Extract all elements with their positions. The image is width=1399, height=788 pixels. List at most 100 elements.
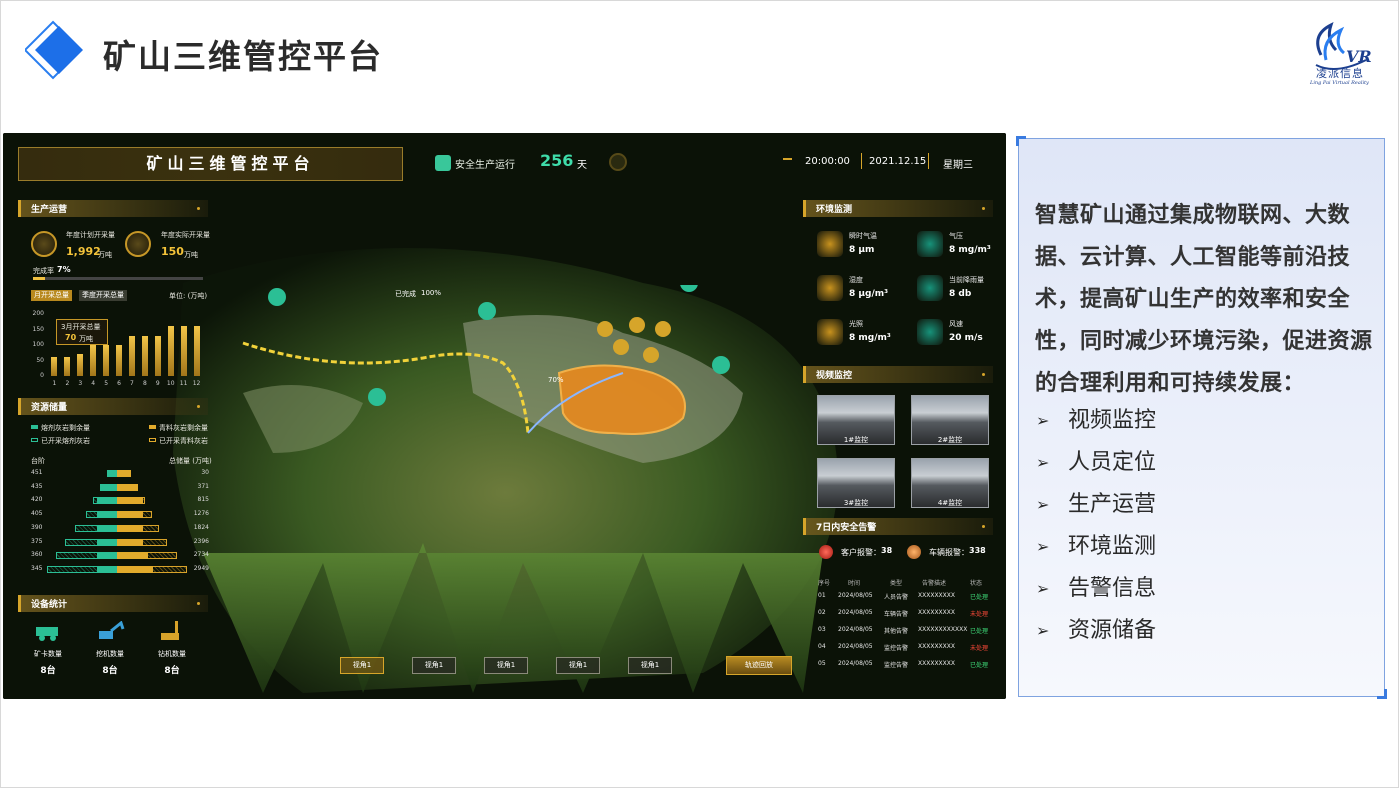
map-markers <box>268 285 730 406</box>
safety-unit: 天 <box>577 160 587 171</box>
chart-bar[interactable] <box>167 326 174 376</box>
pressure-icon <box>917 231 943 257</box>
env-label: 湿度 <box>849 276 863 284</box>
legend-swatch <box>31 438 38 442</box>
track-replay-button[interactable]: 轨迹回放 <box>726 656 792 675</box>
arrow-icon: ➢ <box>1036 579 1050 598</box>
total-value: 815 <box>197 496 209 504</box>
chart-bar[interactable] <box>193 326 200 376</box>
chart-bar[interactable] <box>116 345 123 376</box>
monthly-bar-chart: 0 50 100 150 200 1 2 3 4 5 6 7 8 9 10 11 12 <box>18 308 208 390</box>
view-button[interactable]: 视角1 <box>484 657 528 674</box>
safety-label: 安全生产运行 <box>455 160 515 171</box>
chart-bar[interactable] <box>90 345 97 376</box>
resources-header: 资源储量 <box>18 398 208 415</box>
legend-swatch <box>149 438 156 442</box>
env-value: 8 mg/m³ <box>849 333 891 343</box>
chart-bar[interactable] <box>128 335 135 376</box>
legend-item: 青料灰岩剩余量 <box>159 424 208 432</box>
chart-bar[interactable] <box>51 357 58 376</box>
x-tick-label: 3 <box>78 380 83 387</box>
table-cell: 04 <box>818 643 826 650</box>
completion-value: 7% <box>57 265 71 274</box>
table-cell: XXXXXXXXX <box>918 609 955 616</box>
total-value: 2949 <box>193 564 209 572</box>
plan-value: 1,992 <box>66 245 101 258</box>
total-value: 30 <box>201 469 209 476</box>
column-header: 时间 <box>848 580 861 587</box>
box-corner <box>1377 689 1387 699</box>
sun-icon <box>817 319 843 345</box>
table-row[interactable]: 04 2024/08/05 监控告警 XXXXXXXXX 未处理 <box>810 639 994 654</box>
view-button[interactable]: 视角1 <box>340 657 384 674</box>
logo-text: 凌派信息 <box>1316 67 1364 80</box>
customer-alarm-value: 38 <box>881 546 893 555</box>
logo-subtitle: Ling Pai Virtual Reality <box>1310 80 1369 86</box>
chart-bar[interactable] <box>103 345 110 376</box>
view-button[interactable]: 视角1 <box>556 657 600 674</box>
resource-bar-chart <box>3 133 4 134</box>
table-cell: 监控告警 <box>884 645 909 652</box>
remaining-cyan-bar <box>117 511 143 519</box>
chart-bar[interactable] <box>64 357 71 376</box>
shield-icon <box>435 155 451 171</box>
clock-date: 2021.12.15 <box>869 156 927 167</box>
feature-list: ➢ 视频监控 ➢ 人员定位 ➢ 生产运营 ➢ 环境监测 ➢ 告警信息 ➢ 资源储备 <box>1036 400 1156 652</box>
step-label: 360 <box>31 551 43 559</box>
table-cell: 2024/08/05 <box>838 626 873 633</box>
pickaxe-icon <box>125 231 151 257</box>
remaining-cyan-bar <box>117 470 131 477</box>
dashboard-title: 矿山三维管控平台 <box>146 154 315 173</box>
table-cell: 2024/08/05 <box>838 643 873 650</box>
thermometer-icon <box>817 231 843 257</box>
table-cell: 监控告警 <box>884 662 909 669</box>
device-label: 挖机数量 <box>96 650 124 658</box>
table-row[interactable]: 03 2024/08/05 其他告警 XXXXXXXXXXXX 已处理 <box>810 622 994 637</box>
table-cell: 2024/08/05 <box>838 660 873 667</box>
table-row[interactable]: 05 2024/08/05 监控告警 XXXXXXXXX 已处理 <box>810 656 994 671</box>
remaining-cyan-bar <box>117 524 143 532</box>
title-diamond-icon <box>25 20 83 80</box>
arrow-icon: ➢ <box>1036 495 1050 514</box>
legend-item: 已开采熔剂灰岩 <box>41 437 90 445</box>
view-button[interactable]: 视角1 <box>628 657 672 674</box>
step-label: 420 <box>31 496 43 504</box>
x-tick-label: 1 <box>52 380 57 387</box>
table-cell: XXXXXXXXX <box>918 592 955 599</box>
box-corner <box>1016 136 1026 146</box>
chart-bar[interactable] <box>180 326 187 376</box>
alarm-vehicle-icon <box>907 545 921 559</box>
humidity-icon <box>817 275 843 301</box>
safety-days: 256 <box>540 151 574 170</box>
arrow-icon: ➢ <box>1036 537 1050 556</box>
chart-bar[interactable] <box>154 335 161 376</box>
table-row[interactable]: 01 2024/08/05 人员告警 XXXXXXXXX 已处理 <box>810 588 994 603</box>
column-step-label: 台阶 <box>31 457 45 465</box>
environment-header: 环境监测 <box>803 200 993 217</box>
actual-value: 150 <box>161 245 184 258</box>
status-ring-icon <box>609 153 627 171</box>
status-badge: 已处理 <box>970 628 989 635</box>
y-tick-label: 150 <box>32 325 44 333</box>
rain-icon <box>917 275 943 301</box>
remaining-flux-bar <box>97 511 117 519</box>
chart-bar[interactable] <box>77 354 84 376</box>
step-label: 375 <box>31 537 43 545</box>
actual-label: 年度实际开采量 <box>161 231 210 239</box>
table-cell: 2024/08/05 <box>838 592 873 599</box>
view-button[interactable]: 视角1 <box>412 657 456 674</box>
step-label: 345 <box>31 564 43 572</box>
table-cell: 05 <box>818 660 826 667</box>
completion-track <box>33 277 203 280</box>
tab-month[interactable]: 月开采总量 <box>31 290 72 301</box>
legend-item: 已开采青料灰岩 <box>159 437 208 445</box>
chart-bar[interactable] <box>141 335 148 376</box>
table-cell: 其他告警 <box>884 628 909 635</box>
table-cell: 02 <box>818 609 826 616</box>
tab-quarter[interactable]: 季度开采总量 <box>79 290 127 301</box>
camera-label: 1#监控 <box>843 436 869 444</box>
arrow-icon: ➢ <box>1036 411 1050 430</box>
list-item: ➢ 生产运营 <box>1036 484 1156 526</box>
list-item: ➢ 人员定位 <box>1036 442 1156 484</box>
table-row[interactable]: 02 2024/08/05 车辆告警 XXXXXXXXX 未处理 <box>810 605 994 620</box>
